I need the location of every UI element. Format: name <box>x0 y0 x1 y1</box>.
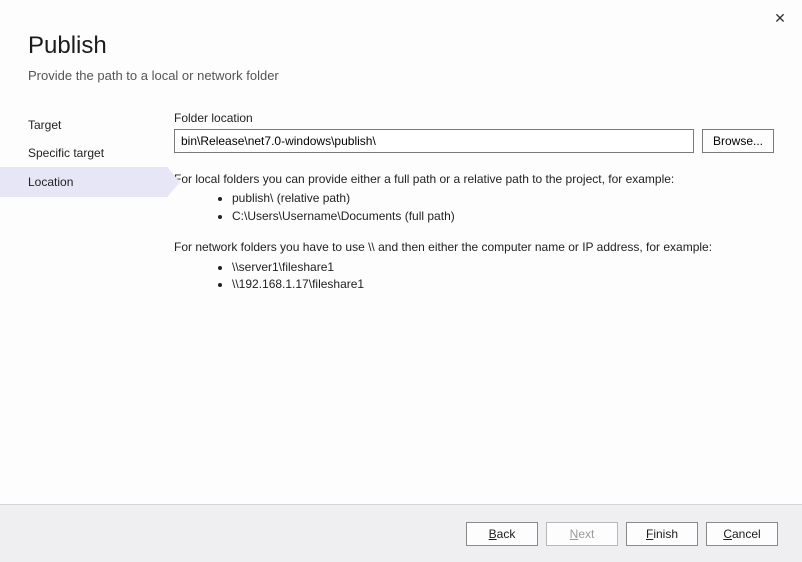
list-item: \\server1\fileshare1 <box>232 259 774 276</box>
wizard-content: Folder location Browse... For local fold… <box>168 111 802 307</box>
nav-item-target[interactable]: Target <box>0 111 168 139</box>
help-local-intro: For local folders you can provide either… <box>174 171 774 188</box>
finish-button[interactable]: Finish <box>626 522 698 546</box>
list-item: publish\ (relative path) <box>232 190 774 207</box>
close-icon: ✕ <box>774 10 786 27</box>
page-subtitle: Provide the path to a local or network f… <box>28 68 802 83</box>
browse-button[interactable]: Browse... <box>702 129 774 153</box>
help-local-examples: publish\ (relative path) C:\Users\Userna… <box>174 190 774 225</box>
close-button[interactable]: ✕ <box>768 6 792 30</box>
next-button: Next <box>546 522 618 546</box>
dialog-footer: Back Next Finish Cancel <box>0 504 802 562</box>
help-network-examples: \\server1\fileshare1 \\192.168.1.17\file… <box>174 259 774 294</box>
folder-location-input[interactable] <box>174 129 694 153</box>
list-item: \\192.168.1.17\fileshare1 <box>232 276 774 293</box>
help-text: For local folders you can provide either… <box>174 171 774 293</box>
page-title: Publish <box>28 32 802 60</box>
list-item: C:\Users\Username\Documents (full path) <box>232 208 774 225</box>
folder-location-label: Folder location <box>174 111 774 125</box>
dialog-header: Publish Provide the path to a local or n… <box>0 0 802 83</box>
wizard-nav: Target Specific target Location <box>0 111 168 307</box>
nav-item-specific-target[interactable]: Specific target <box>0 139 168 167</box>
cancel-button[interactable]: Cancel <box>706 522 778 546</box>
back-button[interactable]: Back <box>466 522 538 546</box>
help-network-intro: For network folders you have to use \\ a… <box>174 239 774 256</box>
nav-item-location[interactable]: Location <box>0 167 168 197</box>
